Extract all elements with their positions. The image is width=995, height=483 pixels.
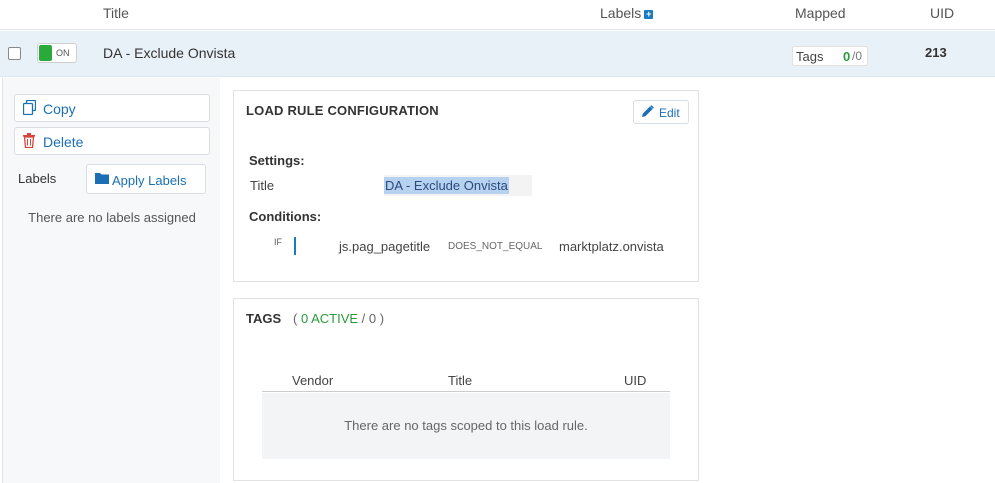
load-rule-uid: 213 — [925, 45, 947, 60]
settings-label: Settings: — [249, 153, 305, 168]
condition-if-label: IF — [274, 237, 282, 247]
tags-column-uid[interactable]: UID — [624, 373, 646, 388]
apply-labels-label: Apply Labels — [112, 173, 187, 188]
no-labels-message: There are no labels assigned — [28, 210, 196, 225]
setting-title-value-text: DA - Exclude Onvista — [384, 177, 509, 194]
copy-icon — [22, 99, 37, 118]
delete-label: Delete — [43, 134, 84, 150]
copy-button[interactable]: Copy — [14, 94, 210, 122]
condition-group-bar — [294, 237, 296, 255]
copy-label: Copy — [43, 101, 76, 117]
load-rule-row[interactable]: ON DA - Exclude Onvista Tags 0 /0 213 — [0, 31, 995, 77]
condition-value: marktplatz.onvista — [559, 239, 664, 254]
delete-button[interactable]: Delete — [14, 127, 210, 155]
row-checkbox[interactable] — [8, 47, 21, 60]
tags-empty-message: There are no tags scoped to this load ru… — [344, 418, 588, 433]
conditions-label: Conditions: — [249, 209, 322, 224]
apply-labels-button[interactable]: Apply Labels — [86, 164, 206, 194]
tags-column-title[interactable]: Title — [448, 373, 472, 388]
toggle-knob — [39, 45, 52, 61]
tags-column-vendor[interactable]: Vendor — [292, 373, 333, 388]
action-panel: Copy Delete Labels Apply Labels There ar… — [2, 78, 220, 483]
column-header-mapped[interactable]: Mapped — [795, 5, 846, 21]
tags-heading: TAGS — [246, 311, 282, 326]
plus-icon[interactable]: + — [644, 10, 654, 19]
column-header-labels[interactable]: Labels + — [600, 5, 654, 21]
tags-empty-state: There are no tags scoped to this load ru… — [262, 393, 670, 459]
configuration-heading: LOAD RULE CONFIGURATION — [246, 103, 439, 118]
setting-title-key: Title — [250, 178, 275, 193]
labels-heading: Labels — [18, 171, 57, 186]
tags-header-divider — [262, 391, 670, 392]
tags-total-count: / 0 — [361, 311, 377, 326]
folder-icon — [95, 172, 109, 187]
column-header-uid[interactable]: UID — [930, 5, 954, 21]
column-header-labels-text: Labels — [600, 5, 642, 21]
table-header: Title Labels + Mapped UID — [0, 0, 995, 30]
condition-variable: js.pag_pagetitle — [339, 239, 431, 254]
tags-active-count: 0 ACTIVE — [300, 311, 359, 326]
trash-icon — [23, 133, 35, 151]
mapped-tags-badge[interactable]: Tags 0 /0 — [792, 46, 868, 66]
tags-count-open: ( — [293, 311, 298, 326]
pencil-icon — [641, 105, 654, 121]
edit-button[interactable]: Edit — [633, 100, 689, 124]
load-rule-configuration-card: LOAD RULE CONFIGURATION Edit Settings: T… — [233, 90, 699, 282]
mapped-tags-label: Tags — [796, 49, 824, 64]
tags-count-close: ) — [379, 311, 385, 326]
load-rule-title[interactable]: DA - Exclude Onvista — [103, 45, 235, 61]
tags-card: TAGS ( 0 ACTIVE / 0 ) Vendor Title UID T… — [233, 298, 699, 481]
mapped-tags-active: 0 — [843, 49, 851, 64]
edit-label: Edit — [659, 106, 680, 120]
status-toggle[interactable]: ON — [37, 43, 77, 63]
condition-operator: DOES_NOT_EQUAL — [448, 241, 543, 252]
toggle-state-text: ON — [56, 48, 70, 58]
mapped-tags-total: /0 — [852, 49, 863, 63]
tags-count: ( 0 ACTIVE / 0 ) — [293, 311, 384, 326]
column-header-title[interactable]: Title — [103, 5, 129, 21]
setting-title-value[interactable]: DA - Exclude Onvista — [384, 175, 532, 196]
